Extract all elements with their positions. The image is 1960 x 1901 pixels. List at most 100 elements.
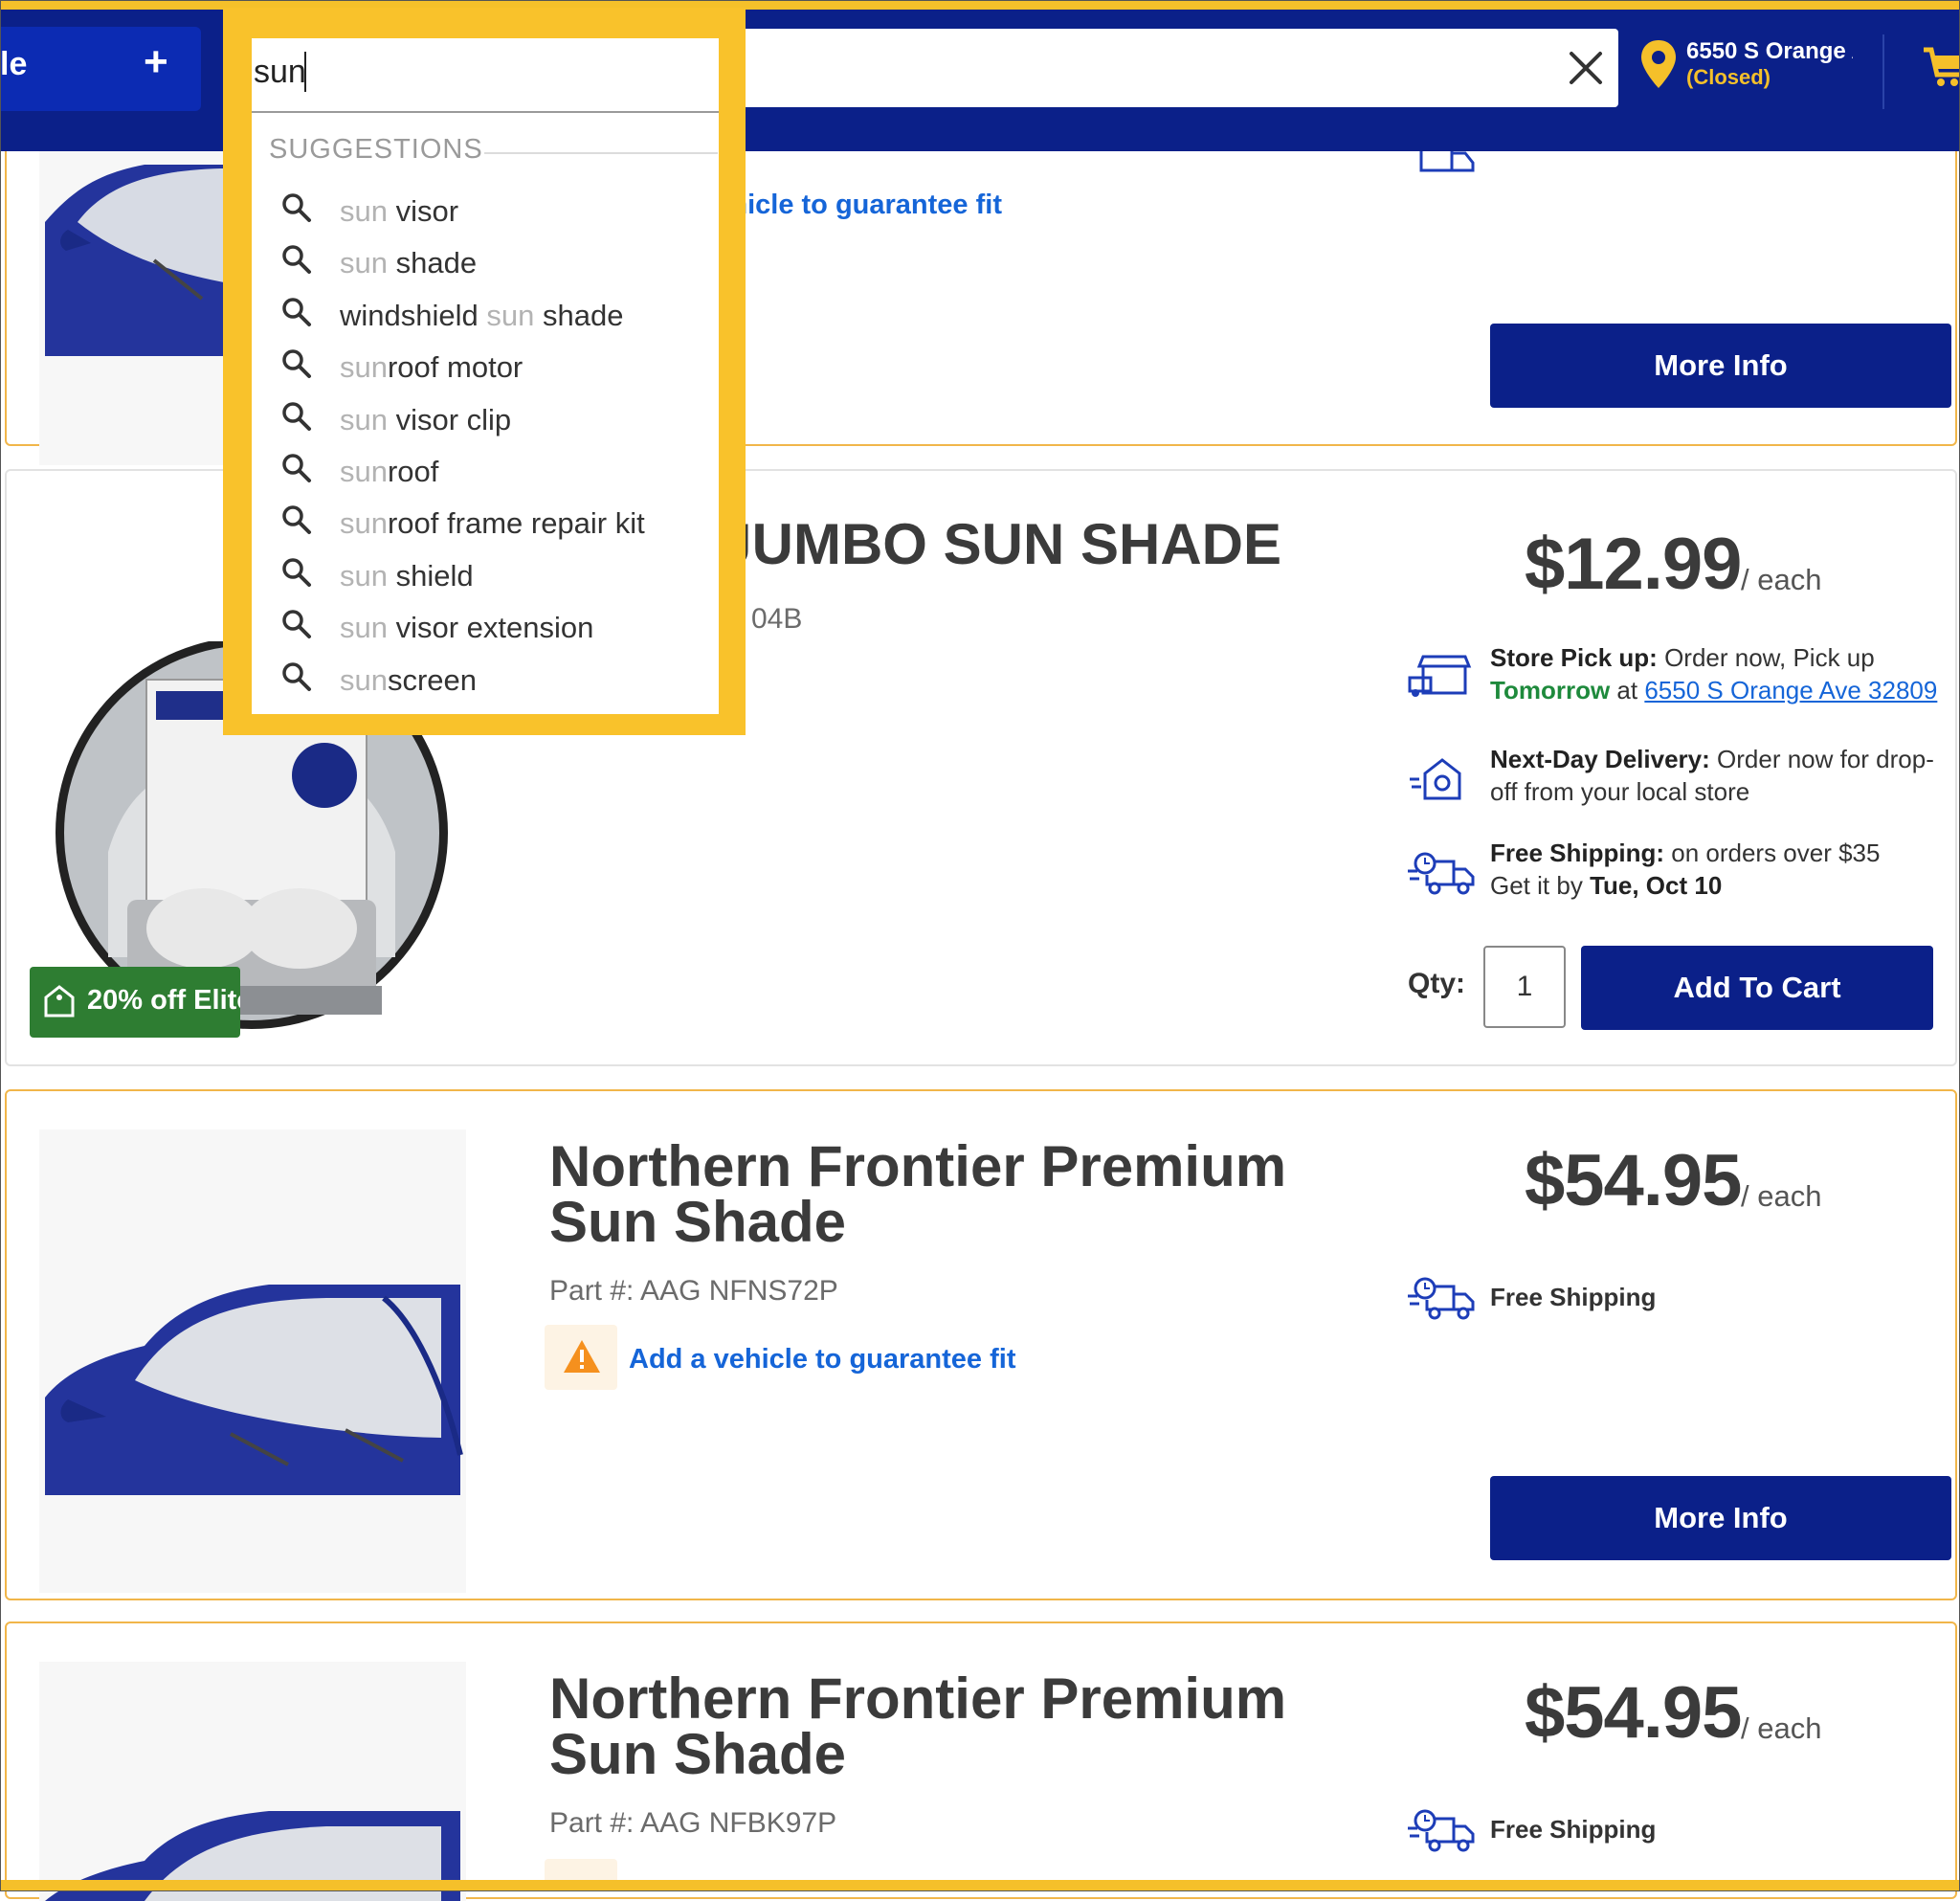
suggestion-post-text: roof motor xyxy=(387,350,523,385)
suggestion-post-text: screen xyxy=(387,662,478,697)
product-card: Northern Frontier Premium Sun Shade Part… xyxy=(5,1089,1957,1600)
suggestion-label: sun visor extension xyxy=(340,611,593,645)
shipping-truck-icon xyxy=(1408,1809,1475,1852)
product-price: $54.95 xyxy=(1525,1672,1742,1754)
suggestion-post-text: visor xyxy=(387,194,459,228)
suggestion-label: sun visor xyxy=(340,194,458,229)
suggestion-label: sun shield xyxy=(340,559,474,593)
next-day-delivery-icon xyxy=(1410,758,1461,800)
store-pickup-icon xyxy=(1408,655,1472,697)
suggestion-post-text: visor clip xyxy=(387,402,512,436)
store-name[interactable]: 6550 S Orange Ave xyxy=(1686,38,1853,65)
search-icon xyxy=(282,610,311,639)
pickup-day: Tomorrow xyxy=(1490,676,1611,704)
suggestion-item[interactable]: sunscreen xyxy=(280,659,702,706)
tag-icon xyxy=(44,985,75,1018)
warning-box xyxy=(545,1325,617,1390)
suggestion-label: windshield sun shade xyxy=(340,299,623,333)
next-day-delivery-info: Next-Day Delivery: Order now for drop-of… xyxy=(1490,743,1949,808)
product-price: $12.99 xyxy=(1525,524,1742,605)
search-icon xyxy=(282,505,311,535)
warning-icon xyxy=(564,1340,600,1373)
pickup-store-link[interactable]: 6550 S Orange Ave 32809 xyxy=(1644,676,1937,704)
search-icon xyxy=(282,661,311,691)
vehicle-label: le xyxy=(0,46,28,82)
suggestion-item[interactable]: sun shade xyxy=(280,241,702,289)
product-image[interactable] xyxy=(39,1662,466,1901)
product-image[interactable] xyxy=(39,1129,466,1593)
suggestion-item[interactable]: sunroof xyxy=(280,450,702,498)
price-unit: / each xyxy=(1741,1711,1822,1745)
add-vehicle-button[interactable]: le + xyxy=(0,27,201,111)
suggestion-post-text: roof frame repair kit xyxy=(387,506,645,541)
part-number: 04B xyxy=(751,603,803,635)
cart-icon[interactable] xyxy=(1922,44,1960,90)
suggestion-item[interactable]: sunroof frame repair kit xyxy=(280,502,702,549)
suggestion-item[interactable]: sun shield xyxy=(280,554,702,602)
suggestion-match-text: sun xyxy=(340,246,388,280)
suggestion-match-text: sun xyxy=(340,194,388,228)
suggestion-match-text: sun xyxy=(340,662,388,697)
store-pickup-info: Store Pick up: Order now, Pick up Tomorr… xyxy=(1490,641,1949,706)
shipping-truck-icon xyxy=(1408,1277,1475,1320)
suggestion-item[interactable]: sun visor xyxy=(280,190,702,237)
more-info-button[interactable]: More Info xyxy=(1490,1476,1951,1560)
free-shipping-info: Free Shipping: on orders over $35 Get it… xyxy=(1490,837,1949,902)
search-icon xyxy=(282,558,311,587)
suggestion-item[interactable]: sunroof motor xyxy=(280,346,702,393)
part-number: Part #: AAG NFBK97P xyxy=(549,1807,837,1839)
suggestion-item[interactable]: windshield sun shade xyxy=(280,294,702,342)
suggestion-item[interactable]: sun visor clip xyxy=(280,398,702,446)
suggestion-label: sunroof xyxy=(340,455,438,489)
header-divider xyxy=(1882,34,1884,109)
elite-discount-badge: 20% off Elite xyxy=(30,967,240,1038)
search-icon xyxy=(282,349,311,379)
search-icon xyxy=(282,193,311,222)
suggestion-post-text: shade xyxy=(534,298,624,332)
freeship-label: Free Shipping: xyxy=(1490,839,1664,867)
free-shipping-label: Free Shipping xyxy=(1490,1815,1657,1844)
suggestion-match-text: sun xyxy=(340,402,388,436)
qty-label: Qty: xyxy=(1408,968,1465,999)
product-title[interactable]: Northern Frontier Premium Sun Shade xyxy=(549,1670,1315,1783)
search-input[interactable]: sun xyxy=(252,38,719,113)
badge-text: 20% off Elite xyxy=(87,985,240,1016)
part-number: Part #: AAG NFNS72P xyxy=(549,1275,838,1307)
suggestion-match-text: sun xyxy=(340,558,388,593)
product-price: $54.95 xyxy=(1525,1140,1742,1221)
more-info-button[interactable]: More Info xyxy=(1490,324,1951,408)
product-title[interactable]: Northern Frontier Premium Sun Shade xyxy=(549,1138,1315,1251)
pickup-at: at xyxy=(1616,676,1638,704)
suggestion-match-text: sun xyxy=(340,611,388,645)
suggestion-label: sunscreen xyxy=(340,663,477,698)
shipping-truck-icon xyxy=(1408,852,1475,895)
pickup-label: Store Pick up: xyxy=(1490,643,1658,672)
add-vehicle-fit-link[interactable]: Add a vehicle to guarantee fit xyxy=(629,1344,1015,1375)
suggestion-match-text: sun xyxy=(340,455,388,488)
price-unit: / each xyxy=(1741,563,1822,596)
suggestion-item[interactable]: sun visor extension xyxy=(280,606,702,654)
suggestion-label: sunroof motor xyxy=(340,350,523,385)
free-shipping-label: Free Shipping xyxy=(1490,1283,1657,1311)
product-title[interactable]: AUTOCRAFT BASIX MAX SUPER JUMBO SUN SHAD… xyxy=(746,517,1281,576)
add-vehicle-fit-link[interactable]: Add a vehicle to guarantee fit xyxy=(734,190,1002,221)
plus-icon: + xyxy=(144,38,168,85)
suggestion-label: sunroof frame repair kit xyxy=(340,506,645,541)
suggestion-post-text: visor extension xyxy=(387,611,594,645)
search-query: sun xyxy=(254,54,306,90)
search-icon xyxy=(282,454,311,482)
getit-date: Tue, Oct 10 xyxy=(1590,871,1723,900)
quantity-input[interactable]: 1 xyxy=(1483,946,1566,1028)
getit-text: Get it by xyxy=(1490,871,1583,900)
suggestion-post-text: shade xyxy=(387,246,478,280)
search-icon xyxy=(282,401,311,431)
freeship-text: on orders over $35 xyxy=(1671,839,1881,867)
search-icon xyxy=(282,245,311,275)
suggestion-match-text: sun xyxy=(340,506,388,541)
suggestion-match-text: sun xyxy=(340,350,388,385)
store-status: (Closed) xyxy=(1686,65,1771,89)
bottom-accent-bar xyxy=(0,1880,1960,1891)
suggestion-label: sun visor clip xyxy=(340,403,511,437)
add-to-cart-button[interactable]: Add To Cart xyxy=(1581,946,1933,1030)
close-icon[interactable] xyxy=(1560,42,1612,94)
